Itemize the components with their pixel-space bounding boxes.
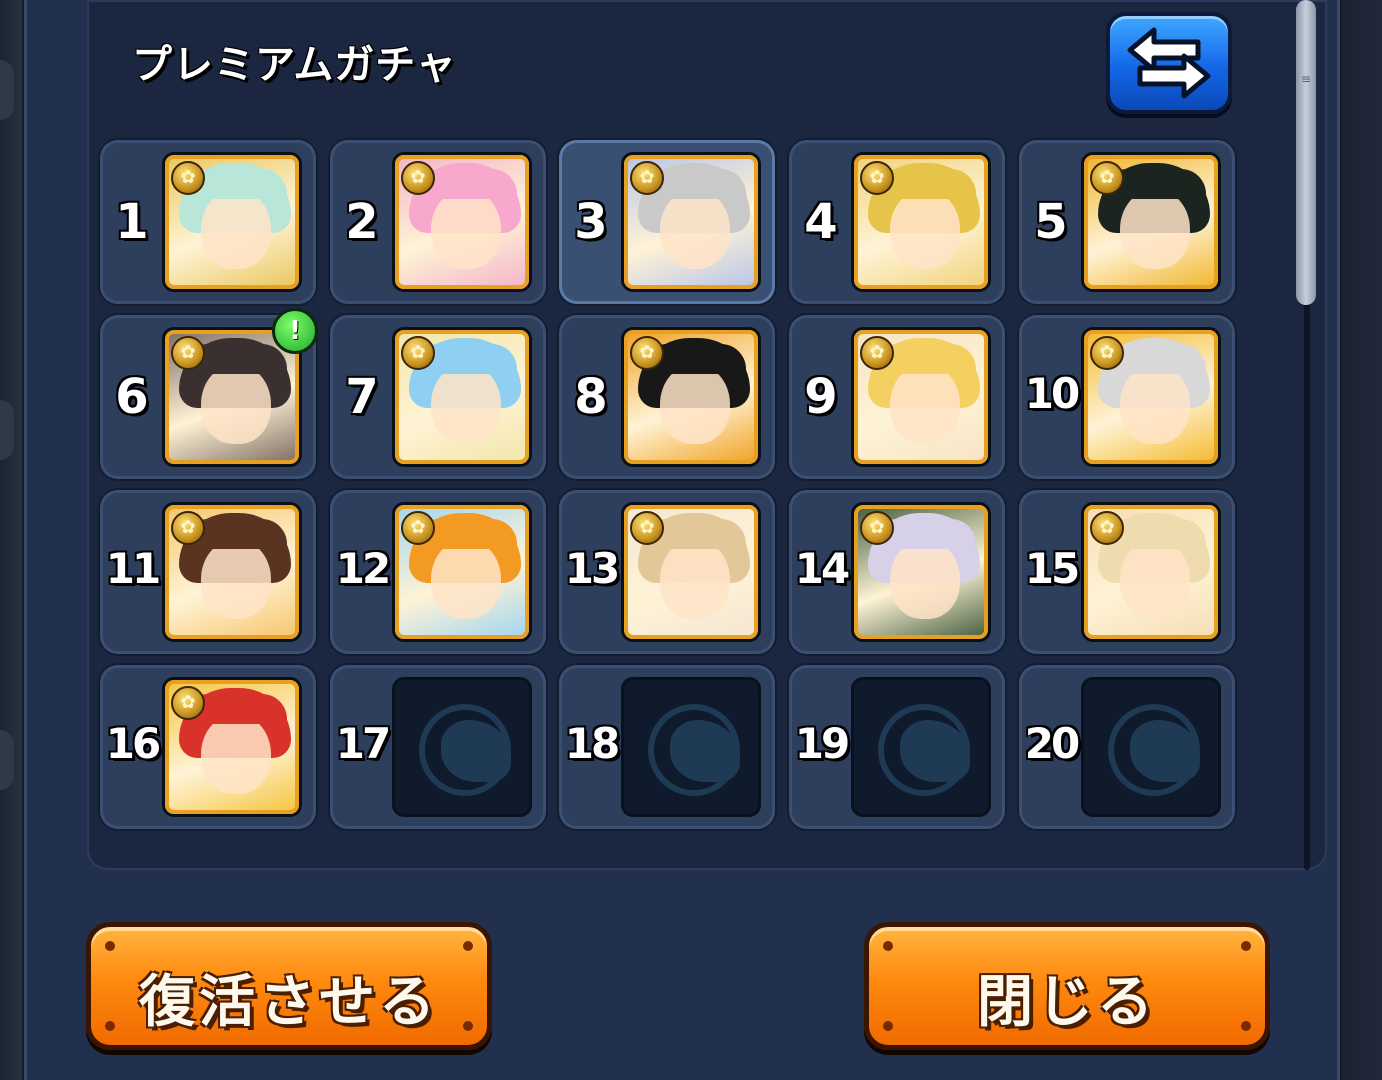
- portrait-frame: [624, 330, 758, 464]
- rivet: [883, 941, 893, 951]
- rivet: [463, 941, 473, 951]
- monster-portrait[interactable]: [621, 327, 761, 467]
- slot-number: 10: [1024, 369, 1080, 418]
- monster-portrait[interactable]: [621, 502, 761, 642]
- monster-slot[interactable]: 11: [100, 490, 316, 654]
- close-button-label: 閉じる: [977, 970, 1157, 1035]
- slot-number: 14: [794, 544, 850, 593]
- portrait-frame: [395, 330, 529, 464]
- slot-number: 3: [574, 194, 608, 250]
- portrait-frame: [395, 505, 529, 639]
- monster-portrait[interactable]: [851, 502, 991, 642]
- portrait-frame: [1084, 155, 1218, 289]
- monster-slot[interactable]: 14: [789, 490, 1005, 654]
- slot-number: 4: [804, 194, 838, 250]
- monster-slot[interactable]: 2: [330, 140, 546, 304]
- slot-number: 19: [794, 719, 850, 768]
- slot-number: 11: [105, 544, 161, 593]
- slot-number: 5: [1034, 194, 1068, 250]
- monster-slot[interactable]: 18: [559, 665, 775, 829]
- monster-slot[interactable]: 13: [559, 490, 775, 654]
- slot-number: 1: [115, 194, 149, 250]
- monster-portrait[interactable]: [621, 152, 761, 292]
- rivet: [1241, 941, 1251, 951]
- background-ornament: [0, 60, 14, 120]
- slot-number: 16: [105, 719, 161, 768]
- monster-slot[interactable]: 3: [559, 140, 775, 304]
- portrait-frame: [165, 680, 299, 814]
- monster-slot[interactable]: 20: [1019, 665, 1235, 829]
- monster-slot[interactable]: 8: [559, 315, 775, 479]
- scroll-thumb[interactable]: ≡: [1296, 0, 1316, 305]
- revive-button[interactable]: 復活させる: [86, 922, 492, 1050]
- exclamation-icon: !: [272, 308, 318, 354]
- monster-portrait[interactable]: [392, 502, 532, 642]
- monster-slot[interactable]: 12: [330, 490, 546, 654]
- background-ornament: [0, 730, 14, 790]
- background-left-edge: [0, 0, 22, 1080]
- slot-number: 2: [345, 194, 379, 250]
- background-ornament: [0, 400, 14, 460]
- monster-portrait[interactable]: [392, 327, 532, 467]
- portrait-frame: [854, 505, 988, 639]
- slot-number: 15: [1024, 544, 1080, 593]
- empty-slot[interactable]: [621, 677, 761, 817]
- portrait-frame: [1084, 330, 1218, 464]
- portrait-frame: [624, 505, 758, 639]
- rivet: [105, 941, 115, 951]
- monster-portrait[interactable]: [162, 502, 302, 642]
- portrait-frame: [165, 155, 299, 289]
- monster-slot[interactable]: 9: [789, 315, 1005, 479]
- grip-icon: ≡: [1300, 72, 1312, 86]
- monster-portrait[interactable]: [162, 152, 302, 292]
- portrait-frame: [1084, 505, 1218, 639]
- dialog-title: プレミアムガチャ: [132, 42, 457, 88]
- monster-slot[interactable]: 10: [1019, 315, 1235, 479]
- empty-slot[interactable]: [392, 677, 532, 817]
- monster-portrait[interactable]: [1081, 327, 1221, 467]
- monster-slot[interactable]: 19: [789, 665, 1005, 829]
- slot-number: 12: [335, 544, 391, 593]
- slot-number: 18: [564, 719, 620, 768]
- slot-number: 20: [1024, 719, 1080, 768]
- monster-slot[interactable]: 17: [330, 665, 546, 829]
- monster-portrait[interactable]: [1081, 502, 1221, 642]
- portrait-frame: [165, 330, 299, 464]
- swap-arrows-icon: [1127, 27, 1211, 99]
- portrait-frame: [165, 505, 299, 639]
- monster-slot[interactable]: 16: [100, 665, 316, 829]
- slot-number: 13: [564, 544, 620, 593]
- portrait-frame: [854, 155, 988, 289]
- monster-portrait[interactable]: [1081, 152, 1221, 292]
- slot-number: 9: [804, 369, 838, 425]
- slot-number: 17: [335, 719, 391, 768]
- portrait-frame: [624, 155, 758, 289]
- background-right-edge: [1342, 0, 1382, 1080]
- slot-number: 8: [574, 369, 608, 425]
- slot-number: 6: [115, 369, 149, 425]
- monster-slot[interactable]: 15: [1019, 490, 1235, 654]
- empty-slot[interactable]: [1081, 677, 1221, 817]
- portrait-frame: [854, 330, 988, 464]
- monster-portrait[interactable]: [392, 152, 532, 292]
- close-button[interactable]: 閉じる: [864, 922, 1270, 1050]
- slot-number: 7: [345, 369, 379, 425]
- monster-slot[interactable]: 4: [789, 140, 1005, 304]
- monster-portrait[interactable]: [851, 327, 991, 467]
- monster-slot[interactable]: 7: [330, 315, 546, 479]
- monster-slot[interactable]: 5: [1019, 140, 1235, 304]
- revive-button-label: 復活させる: [139, 970, 439, 1035]
- portrait-frame: [395, 155, 529, 289]
- monster-portrait[interactable]: [851, 152, 991, 292]
- monster-portrait[interactable]: [162, 677, 302, 817]
- swap-button[interactable]: [1106, 12, 1232, 114]
- empty-slot[interactable]: [851, 677, 991, 817]
- monster-slot[interactable]: 1: [100, 140, 316, 304]
- scrollbar[interactable]: ≡: [1296, 0, 1316, 870]
